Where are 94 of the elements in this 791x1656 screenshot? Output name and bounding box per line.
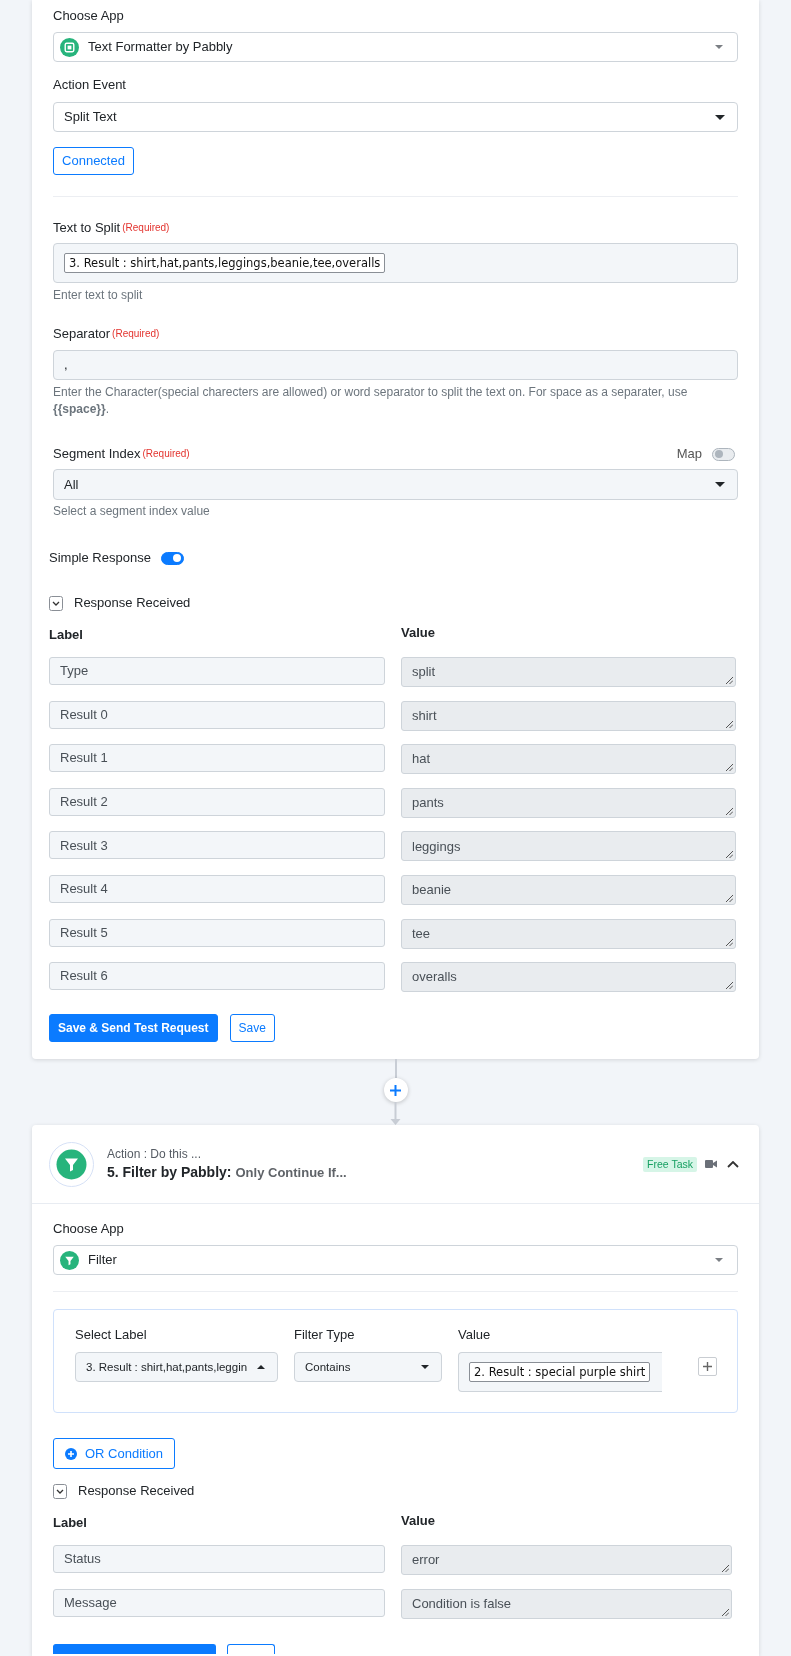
help-text: Select a segment index value — [53, 503, 211, 520]
plus-circle-icon — [64, 1447, 77, 1460]
secondary-button[interactable]: Save — [229, 1014, 275, 1043]
column-heading: Select Label — [75, 1326, 147, 1345]
step-subtitle: Action : Do this ... — [107, 1145, 202, 1162]
section-title: Response Received — [74, 594, 191, 613]
value-field[interactable]: pants — [401, 787, 736, 818]
chevron-down-icon[interactable] — [53, 1483, 67, 1499]
column-heading: Label — [49, 626, 83, 644]
simple-response-toggle[interactable] — [160, 551, 184, 565]
column-heading: Value — [401, 1512, 435, 1531]
field-label: Separator — [53, 325, 111, 343]
resize-grip-icon — [725, 719, 733, 728]
resize-grip-icon — [725, 981, 733, 990]
resize-grip-icon — [721, 1564, 729, 1573]
label-field[interactable]: Result 2 — [49, 787, 385, 816]
resize-grip-icon — [725, 893, 733, 902]
required-note: (Required) — [112, 327, 160, 341]
text-input-field[interactable]: , — [53, 350, 738, 380]
label-field[interactable]: Result 3 — [49, 831, 385, 860]
text-input-field[interactable]: 3. Result : shirt,hat,pants,leggings,beanie,tee,overalls — [53, 243, 738, 283]
app-select[interactable]: Text Formatter by Pabbly — [53, 32, 738, 62]
add-condition-button[interactable] — [698, 1357, 717, 1377]
add-step-button[interactable] — [383, 1078, 408, 1103]
label-field[interactable]: Message — [53, 1588, 385, 1617]
chevron-up-icon[interactable] — [727, 1160, 739, 1168]
value-field[interactable]: shirt — [401, 700, 736, 731]
value-field[interactable]: Condition is false — [401, 1588, 732, 1619]
label-field[interactable]: Result 5 — [49, 918, 385, 947]
value-field[interactable]: beanie — [401, 874, 736, 905]
dropdown-select[interactable]: Contains — [294, 1352, 442, 1383]
mapped-value-token[interactable]: 2. Result : special purple shirt — [469, 1362, 651, 1383]
value-field[interactable]: split — [401, 657, 736, 687]
step-title-detail: Only Continue If... — [235, 1163, 347, 1182]
field-label: Text to Split — [53, 219, 121, 237]
help-text: Enter the Character(special charecters are allowed) or word separator to split the text on. For space as a separater, use {{space}}. — [53, 384, 689, 418]
value-field[interactable]: hat — [401, 744, 736, 775]
text-input-field[interactable]: 2. Result : special purple shirt — [458, 1352, 662, 1393]
resize-grip-icon — [725, 763, 733, 772]
label-field[interactable]: Result 1 — [49, 744, 385, 773]
text-formatter-icon — [60, 37, 79, 57]
connected-button[interactable]: Connected — [53, 147, 134, 175]
section-title: Response Received — [78, 1482, 195, 1501]
map-toggle[interactable] — [712, 447, 735, 461]
label-field[interactable]: Result 0 — [49, 700, 385, 729]
field-label: Action Event — [53, 76, 126, 94]
label-field[interactable]: Result 6 — [49, 962, 385, 991]
dropdown-select[interactable]: All — [53, 469, 738, 500]
app-select[interactable]: Filter — [53, 1245, 738, 1276]
column-heading: Value — [401, 624, 435, 642]
caret-down-icon — [715, 45, 723, 49]
plus-icon — [390, 1084, 401, 1096]
or-condition-button[interactable]: OR Condition — [53, 1438, 175, 1470]
video-camera-icon[interactable] — [705, 1160, 717, 1169]
dropdown-select[interactable]: Split Text — [53, 102, 738, 132]
required-note: (Required) — [122, 221, 170, 235]
resize-grip-icon — [725, 806, 733, 815]
required-note: (Required) — [142, 447, 190, 461]
connector-arrow — [390, 1102, 401, 1126]
free-task-badge: Free Task — [643, 1156, 697, 1172]
connector-line — [394, 1059, 397, 1079]
step-title: 5. Filter by Pabbly: — [107, 1162, 232, 1182]
value-field[interactable]: error — [401, 1545, 732, 1576]
resize-grip-icon — [725, 937, 733, 946]
field-label: Choose App — [53, 7, 124, 25]
caret-down-icon — [715, 1258, 723, 1263]
map-label: Map — [676, 445, 702, 464]
caret-down-icon — [715, 482, 725, 487]
field-label: Choose App — [53, 1220, 124, 1239]
primary-button[interactable]: Save & Send Test Request — [49, 1014, 218, 1043]
dropdown-select[interactable]: 3. Result : shirt,hat,pants,leggin — [75, 1352, 278, 1383]
resize-grip-icon — [725, 676, 733, 684]
label-field[interactable]: Result 4 — [49, 874, 385, 903]
caret-down-icon — [715, 114, 725, 120]
field-label: Segment Index — [53, 445, 141, 463]
plus-icon — [703, 1362, 712, 1372]
mapped-value-token[interactable]: 3. Result : shirt,hat,pants,leggings,beanie,tee,overalls — [64, 253, 386, 273]
resize-grip-icon — [725, 850, 733, 859]
label-field[interactable]: Status — [53, 1545, 385, 1574]
secondary-button[interactable] — [227, 1643, 275, 1654]
value-field[interactable]: leggings — [401, 831, 736, 862]
column-heading: Value — [458, 1326, 491, 1345]
primary-button[interactable] — [53, 1643, 216, 1654]
funnel-icon — [49, 1141, 94, 1187]
value-field[interactable]: tee — [401, 918, 736, 949]
help-text: Enter text to split — [53, 287, 144, 304]
column-heading: Label — [53, 1514, 87, 1533]
toggle-label: Simple Response — [49, 549, 151, 568]
value-field[interactable]: overalls — [401, 962, 736, 993]
chevron-down-icon[interactable] — [49, 595, 63, 611]
resize-grip-icon — [721, 1607, 729, 1616]
funnel-icon — [60, 1250, 79, 1270]
column-heading: Filter Type — [294, 1326, 355, 1345]
label-field[interactable]: Type — [49, 657, 385, 685]
